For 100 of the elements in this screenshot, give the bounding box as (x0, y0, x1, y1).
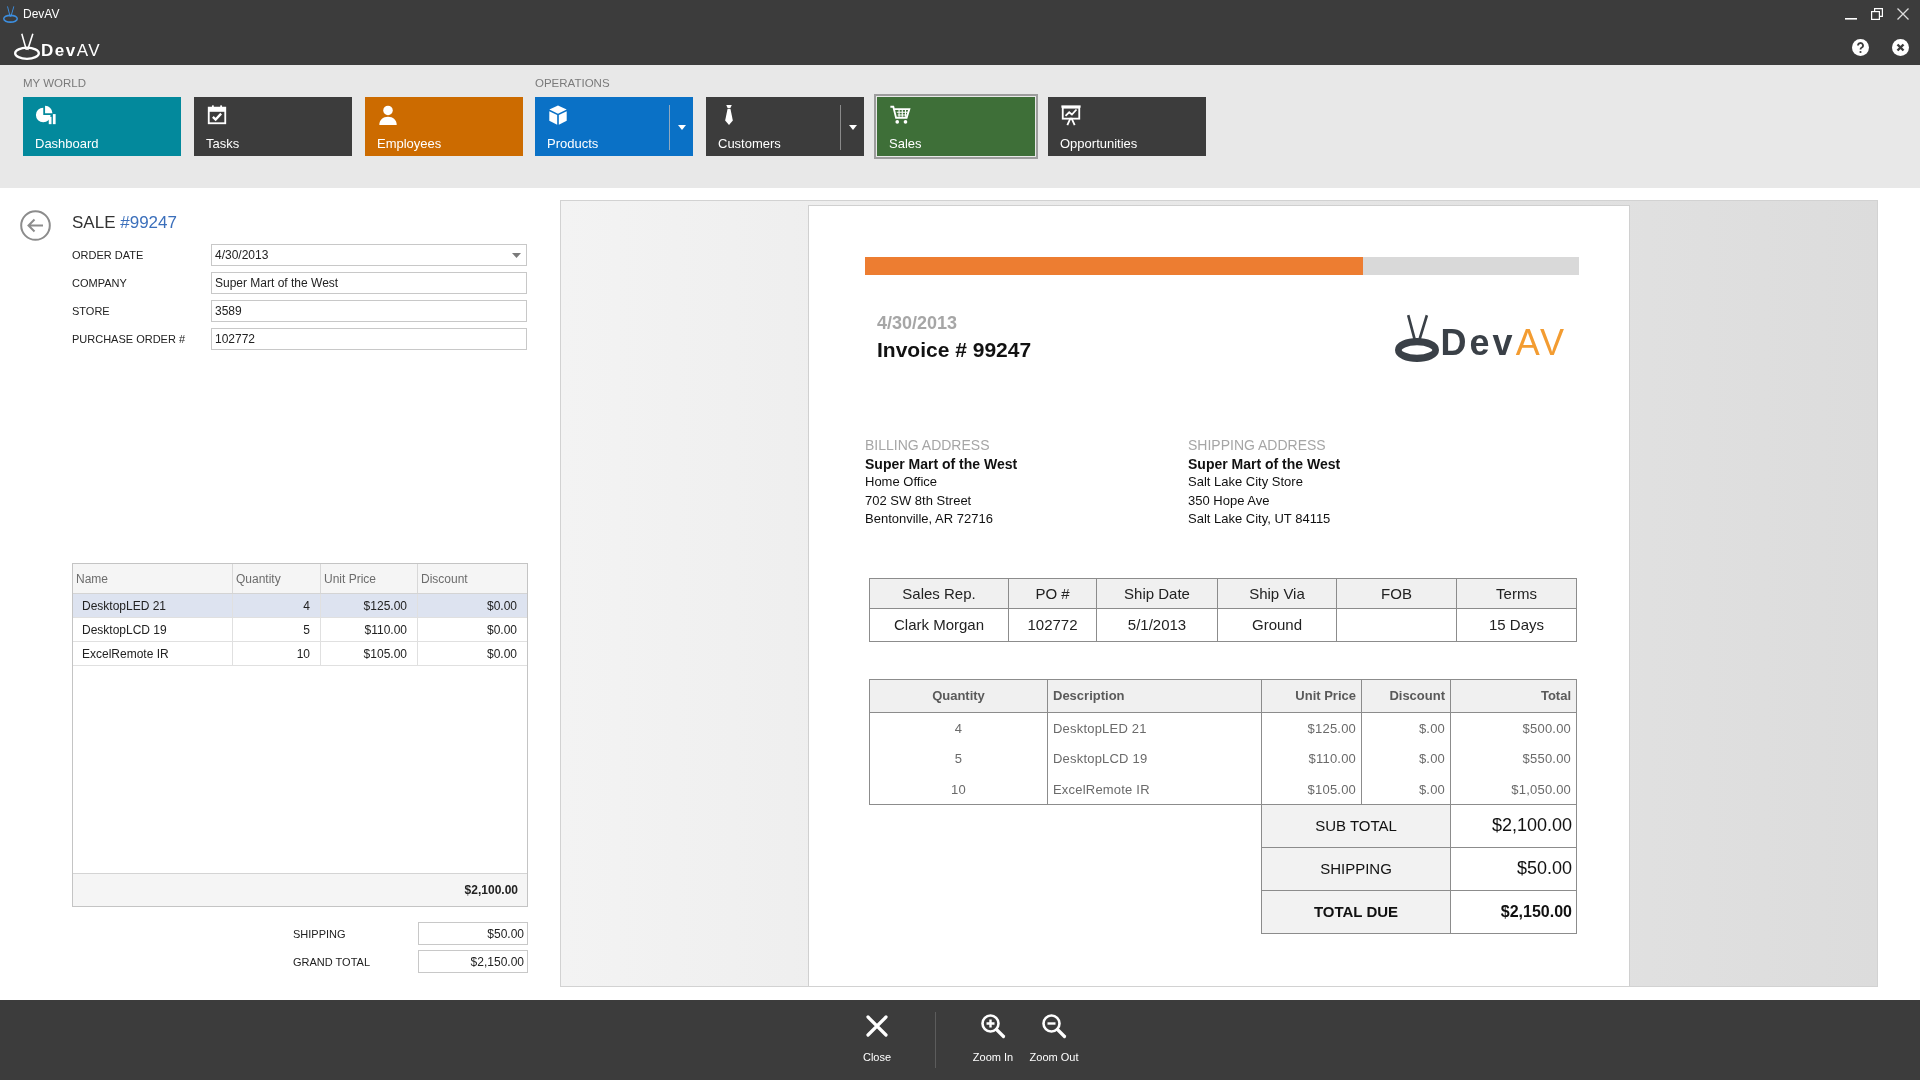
grid-cell-text: $0.00 (485, 597, 518, 615)
sale-heading: SALE #99247 (72, 213, 177, 233)
table-cell: 102772 (1008, 608, 1097, 642)
close-icon[interactable] (1892, 39, 1909, 56)
grid-cell: $105.00 (321, 642, 418, 665)
nav-tile[interactable]: Dashboard (23, 97, 181, 156)
totals-value: $50.00 (1450, 847, 1577, 891)
column-header[interactable]: Quantity (233, 564, 321, 593)
table-cell: $125.00 (1261, 712, 1362, 744)
column-header: Description (1047, 679, 1262, 713)
person-icon (377, 104, 399, 126)
grid-cell-text: $0.00 (485, 645, 518, 663)
nav-tile[interactable]: Tasks (194, 97, 352, 156)
zoom-in-icon (980, 1013, 1006, 1039)
television-icon (1394, 313, 1439, 362)
close-icon[interactable] (1897, 8, 1909, 20)
help-icon[interactable] (1852, 39, 1869, 56)
table-cell: Clark Morgan (869, 608, 1009, 642)
zoom-out-icon (1041, 1013, 1067, 1039)
column-header: Total (1450, 679, 1577, 713)
shopping-cart-icon (889, 104, 911, 126)
grid-cell: DesktopLED 21 (73, 594, 233, 617)
column-header: FOB (1336, 578, 1457, 609)
group-label: OPERATIONS (535, 76, 611, 91)
table-cell: 5 (869, 743, 1048, 775)
zoom-out-button[interactable]: Zoom Out (1024, 1000, 1084, 1080)
date-dropdown[interactable]: 4/30/2013 (211, 244, 527, 266)
grid-cell: 4 (233, 594, 321, 617)
input-field[interactable]: 102772 (211, 328, 527, 350)
television-icon (14, 33, 40, 60)
grid-cell: 10 (233, 642, 321, 665)
nav-tile[interactable]: Products (535, 97, 693, 156)
logo-text: DevAV (1440, 324, 1567, 361)
window-title: DevAV (23, 7, 60, 21)
address-line: Home Office (865, 473, 938, 492)
address-line: 702 SW 8th Street (865, 491, 973, 510)
grid-cell: 5 (233, 618, 321, 641)
caret-icon[interactable] (677, 125, 686, 130)
totals-value: $2,100.00 (1450, 804, 1577, 848)
calendar-check-icon (206, 104, 228, 126)
group-label: MY WORLD (23, 76, 88, 91)
logo-text: DevAV (41, 40, 102, 61)
table-cell: $.00 (1361, 743, 1451, 775)
grid-cell: $110.00 (321, 618, 418, 641)
field-label: PURCHASE ORDER # (72, 333, 187, 345)
nav-tile[interactable]: Employees (365, 97, 523, 156)
table-cell: $105.00 (1261, 774, 1362, 805)
table-cell: Ground (1217, 608, 1337, 642)
grid-row[interactable]: ExcelRemote IR 10 $105.00 $0.00 (73, 642, 527, 666)
input-field[interactable]: $50.00 (418, 922, 528, 945)
invoice-date: 4/30/2013 (877, 313, 959, 334)
company-name: Super Mart of the West (1188, 454, 1342, 474)
address-line: Bentonville, AR 72716 (865, 510, 994, 529)
grid-cell: DesktopLCD 19 (73, 618, 233, 641)
table-cell: 4 (869, 712, 1048, 744)
table-cell: $500.00 (1450, 712, 1577, 744)
column-header: Sales Rep. (869, 578, 1009, 609)
close-icon (864, 1013, 890, 1039)
column-header[interactable]: Unit Price (321, 564, 418, 593)
nav-tile[interactable]: Sales (874, 94, 1038, 159)
pie-chart-icon (35, 104, 57, 126)
nav-tile[interactable]: Opportunities (1048, 97, 1206, 156)
table-cell: $.00 (1361, 712, 1451, 744)
restore-icon[interactable] (1871, 8, 1883, 20)
input-field[interactable]: 3589 (211, 300, 527, 322)
table-cell: $550.00 (1450, 743, 1577, 775)
table-cell: ExcelRemote IR (1047, 774, 1262, 805)
totals-value: $2,150.00 (1450, 890, 1577, 934)
table-cell: $1,050.00 (1450, 774, 1577, 805)
totals-label: SUB TOTAL (1261, 804, 1451, 848)
field-label: STORE (72, 305, 111, 317)
grid-cell: $125.00 (321, 594, 418, 617)
address-line: Salt Lake City Store (1188, 473, 1304, 492)
company-name: Super Mart of the West (865, 454, 1019, 474)
invoice-title: Invoice # 99247 (877, 338, 1032, 362)
totals-label: SHIPPING (1261, 847, 1451, 891)
caret-icon[interactable] (848, 125, 857, 130)
summary-label: SHIPPING (293, 927, 347, 940)
address-line: 350 Hope Ave (1188, 491, 1271, 510)
close-button[interactable]: Close (847, 1000, 907, 1080)
column-header[interactable]: Name (73, 564, 233, 593)
column-header: Ship Via (1217, 578, 1337, 609)
column-header: PO # (1008, 578, 1097, 609)
cube-icon (547, 104, 569, 126)
television-icon (3, 5, 18, 23)
grid-row[interactable]: DesktopLCD 19 5 $110.00 $0.00 (73, 618, 527, 642)
input-field[interactable]: $2,150.00 (418, 950, 528, 973)
table-cell: 10 (869, 774, 1048, 805)
column-header[interactable]: Discount (418, 564, 527, 593)
table-cell: $.00 (1361, 774, 1451, 805)
column-header: Quantity (869, 679, 1048, 713)
column-header: Terms (1456, 578, 1577, 609)
grid-row[interactable]: DesktopLED 21 4 $125.00 $0.00 (73, 594, 527, 618)
field-label: COMPANY (72, 277, 128, 289)
zoom-in-button[interactable]: Zoom In (963, 1000, 1023, 1080)
nav-tile[interactable]: Customers (706, 97, 864, 156)
presentation-chart-icon (1060, 104, 1082, 126)
input-field[interactable]: Super Mart of the West (211, 272, 527, 294)
table-cell: $110.00 (1261, 743, 1362, 775)
table-cell: DesktopLCD 19 (1047, 743, 1262, 775)
